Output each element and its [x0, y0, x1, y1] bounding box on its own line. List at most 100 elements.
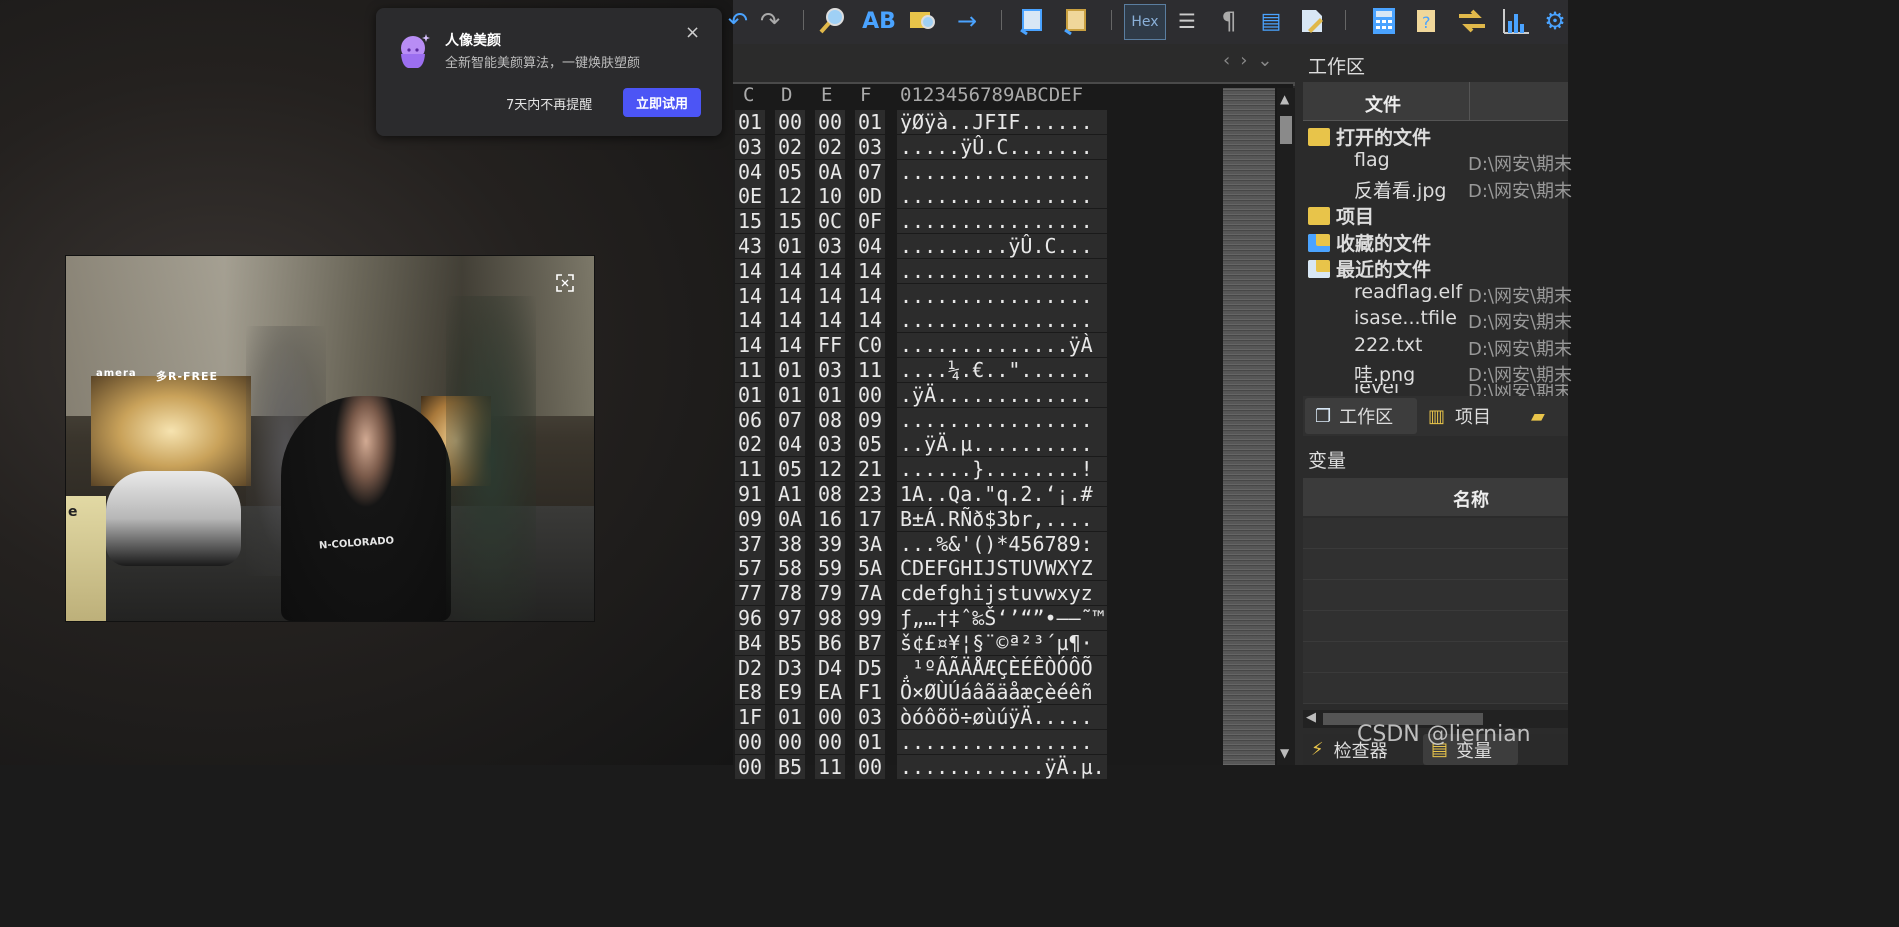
hex-byte[interactable]: 39	[815, 531, 846, 556]
ascii-text[interactable]: ................	[897, 184, 1107, 209]
help-icon[interactable]: ?	[1411, 4, 1445, 38]
search-icon[interactable]	[815, 4, 851, 38]
minimap[interactable]	[1223, 88, 1275, 765]
hex-byte[interactable]: 14	[855, 283, 886, 308]
tab-more[interactable]: ▰	[1531, 398, 1566, 434]
ascii-text[interactable]: ................	[897, 730, 1107, 754]
hex-byte[interactable]: 06	[735, 407, 766, 432]
hex-byte[interactable]: 0D	[855, 184, 886, 209]
variables-header[interactable]: 名称	[1303, 478, 1568, 516]
hex-byte[interactable]: F1	[855, 680, 886, 705]
ascii-text[interactable]: ............ÿÄ.µ.	[897, 754, 1107, 779]
ascii-text[interactable]: ÿØÿà..JFIF......	[897, 110, 1107, 134]
hex-byte[interactable]: 04	[735, 159, 766, 184]
hex-byte[interactable]: 08	[815, 482, 846, 506]
ascii-text[interactable]: CDEFGHIJSTUVWXYZ	[897, 556, 1107, 581]
ascii-text[interactable]: ....¼.€.."......	[897, 358, 1107, 382]
recent-file[interactable]: isase...tfile	[1354, 307, 1457, 329]
hex-byte[interactable]: 14	[775, 333, 806, 358]
calculator-icon[interactable]	[1367, 4, 1401, 38]
hex-byte[interactable]: B7	[855, 630, 886, 655]
hex-byte[interactable]: 01	[855, 110, 886, 134]
hex-byte[interactable]: 79	[815, 581, 846, 606]
hex-byte[interactable]: 14	[735, 308, 766, 333]
hex-byte[interactable]: 97	[775, 606, 806, 630]
hex-byte[interactable]: 59	[815, 556, 846, 581]
hex-byte[interactable]: D2	[735, 655, 766, 680]
ascii-text[interactable]: ......}........!	[897, 457, 1107, 482]
hex-byte[interactable]: 00	[815, 705, 846, 730]
ascii-text[interactable]: òóôõö÷øùúÿÄ.....	[897, 705, 1107, 730]
find-in-files-icon[interactable]	[905, 4, 941, 38]
hex-byte[interactable]: D4	[815, 655, 846, 680]
hex-byte[interactable]: 0F	[855, 209, 886, 234]
ascii-text[interactable]: ................	[897, 209, 1107, 234]
nav-arrows[interactable]: ‹›⌄	[1223, 50, 1282, 71]
ascii-text[interactable]: Ö×ØÙÚáâãäåæçèéêñ	[897, 680, 1107, 705]
network-icon[interactable]: ⚙	[1543, 4, 1567, 38]
tab-project[interactable]: ▥ 项目	[1428, 398, 1528, 434]
hex-byte[interactable]: 99	[855, 606, 886, 630]
ascii-text[interactable]: ƒ„…†‡ˆ‰Š‘’“”•–—˜™	[897, 606, 1107, 630]
hex-byte[interactable]: 23	[855, 482, 886, 506]
tree-recent[interactable]: 最近的文件	[1308, 255, 1431, 282]
pilcrow-icon[interactable]: ¶	[1212, 4, 1246, 38]
hex-byte[interactable]: 3A	[855, 531, 886, 556]
hex-byte[interactable]: B5	[775, 630, 806, 655]
hex-byte[interactable]: 43	[735, 234, 766, 258]
hex-byte[interactable]: EA	[815, 680, 846, 705]
hex-byte[interactable]: D5	[855, 655, 886, 680]
hex-byte[interactable]: 00	[735, 754, 766, 779]
ascii-text[interactable]: B±Á.RÑð$3br,....	[897, 506, 1107, 531]
hex-byte[interactable]: 11	[735, 358, 766, 382]
hex-byte[interactable]: 11	[735, 457, 766, 482]
hex-byte[interactable]: 00	[775, 110, 806, 134]
hex-byte[interactable]: 01	[735, 382, 766, 407]
hex-byte[interactable]: 10	[815, 184, 846, 209]
histogram-icon[interactable]	[1499, 4, 1533, 38]
hex-byte[interactable]: 01	[735, 110, 766, 134]
hex-byte[interactable]: 07	[855, 159, 886, 184]
scroll-up-icon[interactable]: ▲	[1280, 92, 1289, 106]
hex-byte[interactable]: 15	[775, 209, 806, 234]
hex-byte[interactable]: 08	[815, 407, 846, 432]
hex-byte[interactable]: 14	[815, 283, 846, 308]
hex-byte[interactable]: 05	[775, 457, 806, 482]
hex-byte[interactable]: 14	[735, 258, 766, 283]
hex-byte[interactable]: 09	[735, 506, 766, 531]
hex-byte[interactable]: 00	[815, 110, 846, 134]
hex-byte[interactable]: 03	[815, 432, 846, 457]
hex-byte[interactable]: 78	[775, 581, 806, 606]
hex-byte[interactable]: B6	[815, 630, 846, 655]
ascii-text[interactable]: ..ÿÄ.µ..........	[897, 432, 1107, 457]
hex-byte[interactable]: 03	[855, 705, 886, 730]
hex-byte[interactable]: 05	[775, 159, 806, 184]
hex-byte[interactable]: 17	[855, 506, 886, 531]
hex-byte[interactable]: 00	[815, 730, 846, 754]
hex-byte[interactable]: 01	[775, 382, 806, 407]
goto-arrow-icon[interactable]: →	[949, 4, 985, 38]
hex-byte[interactable]: 0A	[815, 159, 846, 184]
line-view-icon[interactable]: ▤	[1254, 4, 1288, 38]
photo[interactable]: 多R-FREE amera N-COLORADO e	[65, 255, 595, 622]
ascii-text[interactable]: ................	[897, 407, 1107, 432]
hex-byte[interactable]: 01	[775, 705, 806, 730]
hex-byte[interactable]: 1F	[735, 705, 766, 730]
hex-byte[interactable]: 14	[855, 308, 886, 333]
hex-byte[interactable]: 04	[855, 234, 886, 258]
hex-byte[interactable]: B5	[775, 754, 806, 779]
hex-byte[interactable]: 01	[775, 234, 806, 258]
ascii-text[interactable]: .........ÿÛ.C...	[897, 234, 1107, 258]
hex-byte[interactable]: 14	[735, 333, 766, 358]
scroll-down-icon[interactable]: ▼	[1280, 746, 1289, 760]
expand-icon[interactable]	[553, 271, 577, 295]
ascii-text[interactable]: ...%&'()*456789:	[897, 531, 1107, 556]
hex-byte[interactable]: 01	[775, 358, 806, 382]
hex-byte[interactable]: 11	[855, 358, 886, 382]
hex-byte[interactable]: 14	[815, 308, 846, 333]
hex-byte[interactable]: 12	[775, 184, 806, 209]
scrollbar-thumb[interactable]	[1280, 116, 1292, 144]
hex-byte[interactable]: 00	[775, 730, 806, 754]
variable-row[interactable]	[1303, 611, 1568, 642]
hex-byte[interactable]: 00	[855, 754, 886, 779]
